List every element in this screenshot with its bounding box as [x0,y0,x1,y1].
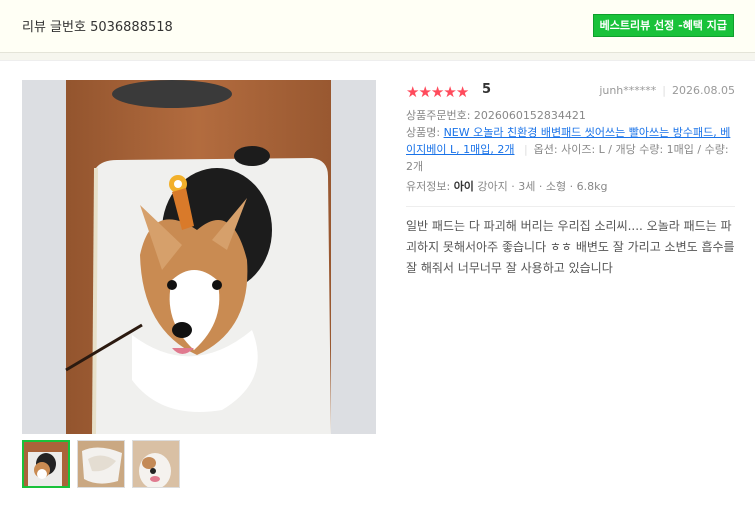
star-icon: ★ [430,83,444,101]
thumbnail-3[interactable] [132,440,180,488]
star-icon: ★ [455,83,469,101]
best-review-badge: 베스트리뷰 선정 -혜택 지급 [592,14,734,37]
pet-details: 강아지 · 3세 · 소형 · 6.8kg [473,180,608,193]
thumbnail-1[interactable] [22,440,70,488]
review-number: 리뷰 글번호 5036888518 [22,20,173,35]
main-review-photo[interactable] [22,80,376,434]
rating-value: 5 [482,82,492,97]
review-card: ★★★★★ 5 junh****** | 2026.08.05 상품주문번호: 20… [0,60,755,516]
star-icon: ★ [443,83,456,101]
order-number: 상품주문번호: 2026060152834421 [406,109,586,122]
pet-label: 유저정보: [406,180,454,193]
pet-info: 유저정보: 아이 강아지 · 3세 · 소형 · 6.8kg [406,178,607,195]
meta-divider: | [662,84,667,97]
product-info: 상품명: NEW 오놀라 친환경 배변패드 씻어쓰는 빨아쓰는 방수패드, 베이… [406,124,735,175]
star-rating: ★★★★★ [406,82,469,101]
author-id: junh****** [599,84,657,97]
pet-name: 아이 [453,180,474,193]
product-label: 상품명: [406,126,444,139]
review-content: 일반 패드는 다 파괴해 버리는 우리집 소리씨.... 오놀라 패드는 파괴하… [406,219,735,275]
option-divider: | [523,143,528,156]
review-meta: junh****** | 2026.08.05 [599,84,735,97]
star-icon: ★ [406,83,419,101]
section-divider [406,206,735,207]
thumbnail-2[interactable] [77,440,125,488]
review-header-bar: 리뷰 글번호 5036888518 베스트리뷰 선정 -혜택 지급 [0,0,755,53]
review-date: 2026.08.05 [672,84,735,97]
star-icon: ★ [418,83,431,101]
